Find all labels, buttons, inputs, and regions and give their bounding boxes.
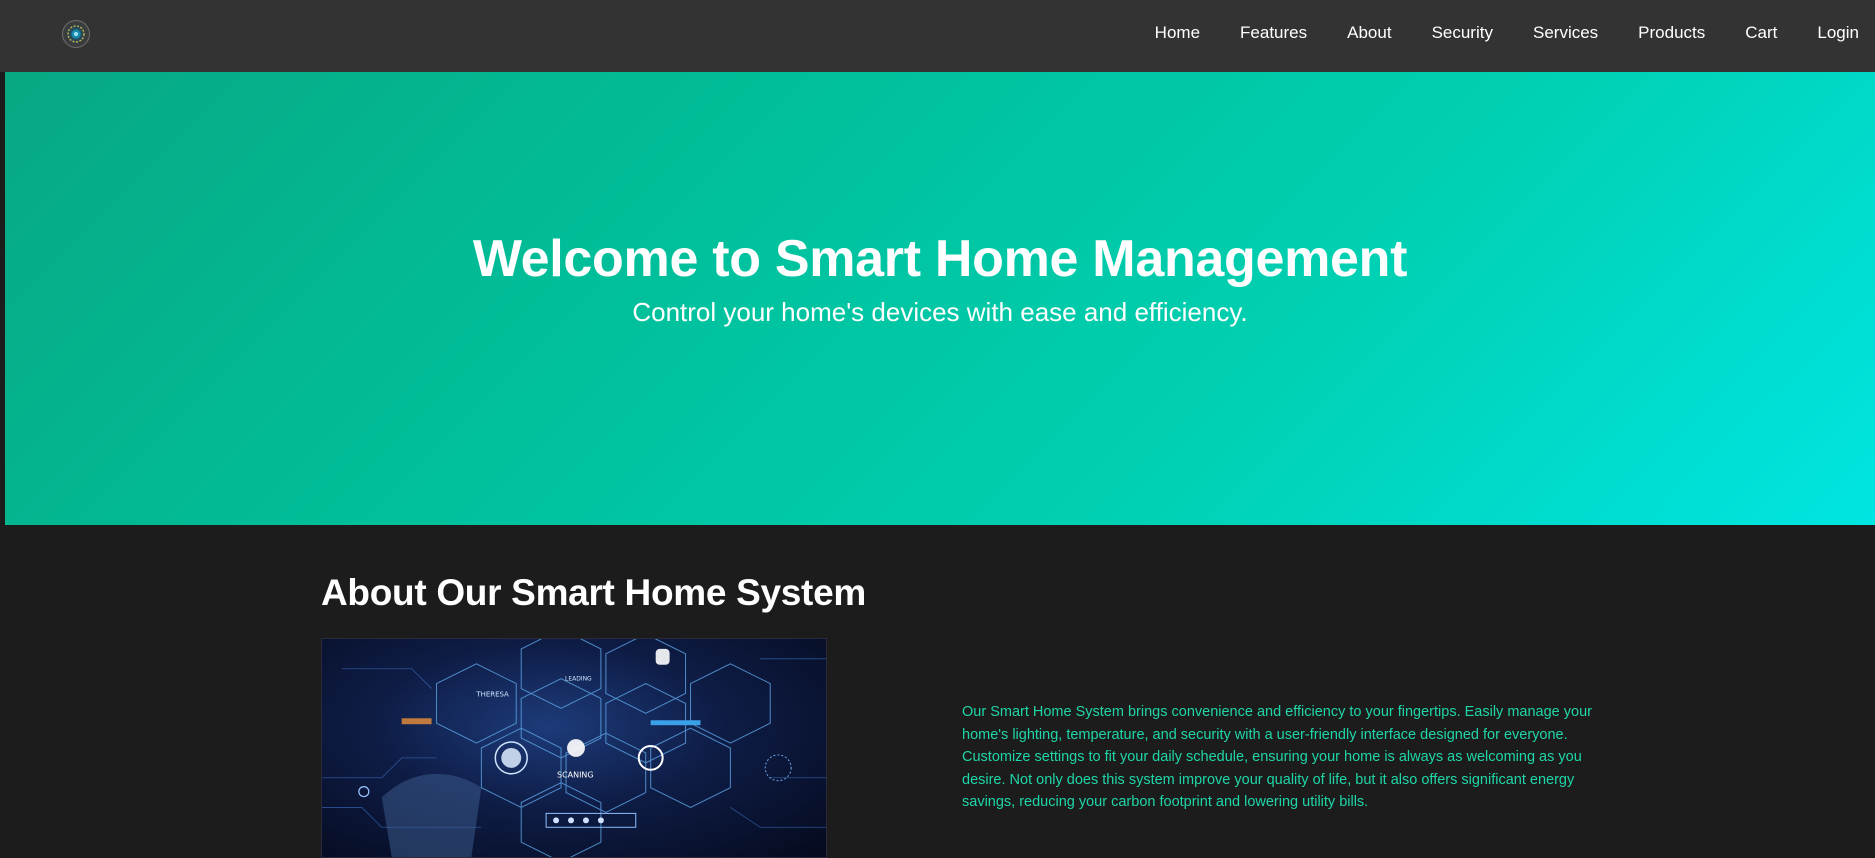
hud-label-scaning: SCANING	[557, 771, 593, 780]
nav-links: Home Features About Security Services Pr…	[1135, 0, 1875, 66]
nav-link-security[interactable]: Security	[1412, 23, 1513, 43]
hero-title: Welcome to Smart Home Management	[472, 230, 1408, 288]
top-navbar: Home Features About Security Services Pr…	[0, 0, 1875, 72]
hero-subtitle: Control your home's devices with ease an…	[632, 297, 1248, 327]
about-title: About Our Smart Home System	[321, 572, 866, 613]
smart-home-hud-image: THERESA LEADING SCANING	[321, 638, 827, 858]
gear-circuit-logo-icon	[67, 25, 85, 43]
hud-label-theresa: THERESA	[475, 690, 509, 698]
futuristic-interface-illustration: THERESA LEADING SCANING	[322, 639, 826, 857]
nav-link-services[interactable]: Services	[1513, 23, 1618, 43]
hud-label-leading: LEADING	[565, 676, 592, 683]
nav-link-login[interactable]: Login	[1797, 23, 1875, 43]
nav-link-features[interactable]: Features	[1220, 23, 1327, 43]
nav-link-cart[interactable]: Cart	[1725, 23, 1797, 43]
nav-link-about[interactable]: About	[1327, 23, 1411, 43]
nav-link-home[interactable]: Home	[1135, 23, 1220, 43]
logo-icon[interactable]	[62, 20, 90, 48]
about-description: Our Smart Home System brings convenience…	[962, 704, 1592, 811]
nav-link-products[interactable]: Products	[1618, 23, 1725, 43]
hero-banner: Welcome to Smart Home Management Control…	[5, 72, 1875, 525]
about-section: About Our Smart Home System THERESA LEAD…	[5, 525, 1875, 858]
